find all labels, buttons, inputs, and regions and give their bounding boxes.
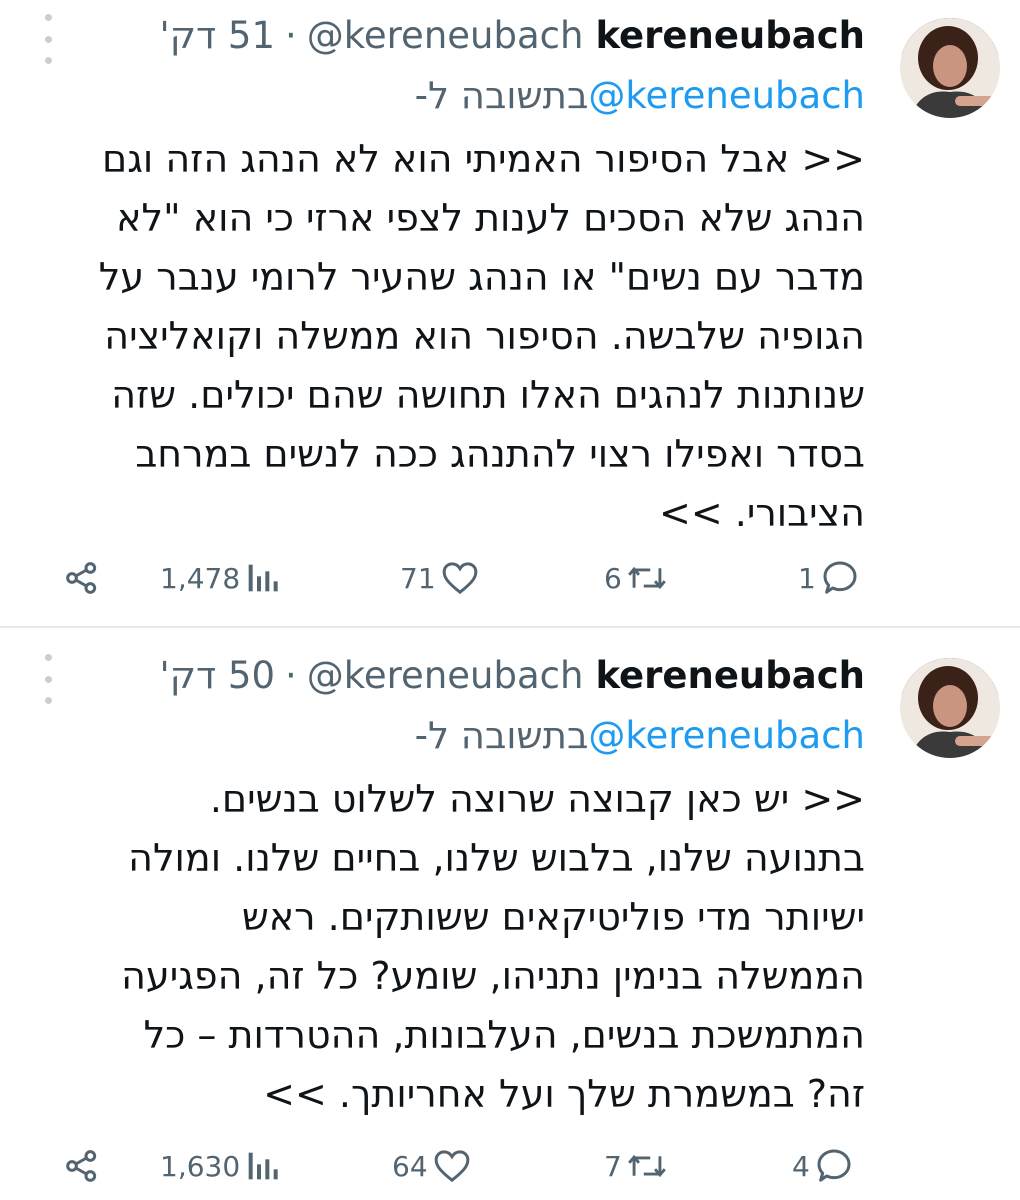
reply-button[interactable]: 1 <box>798 548 860 608</box>
share-icon <box>66 562 97 594</box>
share-button[interactable] <box>62 548 102 608</box>
tweet-text-line: הממשלה בנימין נתניהו, שומע? כל זה, הפגיע… <box>121 954 865 998</box>
tweet-text: << יש כאן קבוצה שרוצה לשלוט בנשים. בתנוע… <box>60 770 865 1124</box>
reply-button[interactable]: 4 <box>792 1136 854 1196</box>
reply-icon <box>817 1149 851 1182</box>
tweet-text: << אבל הסיפור האמיתי הוא לא הנהג הזה וגם… <box>60 130 865 543</box>
action-bar: 1,630 64 7 4 <box>0 1136 1020 1196</box>
tweet-header: kereneubach @kereneubach · 50 דק' <box>160 650 865 700</box>
views-count: 1,478 <box>160 561 241 595</box>
display-name[interactable]: kereneubach <box>595 654 865 697</box>
views-icon <box>248 1152 278 1180</box>
reply-handle-link[interactable]: @kereneubach <box>588 714 865 757</box>
share-button[interactable] <box>62 1136 102 1196</box>
tweet-text-line: הנהג שלא הסכים לענות לצפי ארזי כי הוא "ל… <box>116 196 865 240</box>
heart-icon <box>442 562 477 595</box>
more-vertical-icon[interactable] <box>38 14 58 64</box>
avatar-image <box>900 658 1000 758</box>
reply-icon <box>823 561 857 594</box>
timestamp[interactable]: 51 דק' <box>160 14 275 57</box>
retweets-count: 7 <box>604 1149 622 1183</box>
tweet-text-line: זה? במשמרת שלך ועל אחריותך. >> <box>263 1072 865 1116</box>
retweets-count: 6 <box>604 561 622 595</box>
separator-dot: · <box>285 653 297 697</box>
display-name[interactable]: kereneubach <box>595 14 865 57</box>
share-icon <box>66 1150 97 1182</box>
tweet-text-line: ישיותר מדי פוליטיקאים ששותקים. ראש <box>241 895 865 939</box>
avatar[interactable] <box>900 18 1000 118</box>
tweet-text-line: מדבר עם נשים" או הנהג שהעיר לרומי ענבר ע… <box>98 255 865 299</box>
tweet-text-line: << יש כאן קבוצה שרוצה לשלוט בנשים. <box>209 777 865 821</box>
retweet-button[interactable]: 7 <box>604 1136 668 1196</box>
views-count: 1,630 <box>160 1149 241 1183</box>
reply-context: בתשובה ל- @kereneubach <box>415 70 865 120</box>
reply-handle-link[interactable]: @kereneubach <box>588 74 865 117</box>
heart-icon <box>434 1150 469 1183</box>
tweet-divider <box>0 626 1020 628</box>
views-button[interactable]: 1,478 <box>160 548 280 608</box>
timestamp[interactable]: 50 דק' <box>160 654 275 697</box>
avatar-image <box>900 18 1000 118</box>
replies-count: 1 <box>798 561 816 595</box>
more-vertical-icon[interactable] <box>38 654 58 704</box>
avatar[interactable] <box>900 658 1000 758</box>
replies-count: 4 <box>792 1149 810 1183</box>
tweet[interactable]: kereneubach @kereneubach · 50 דק' בתשובה… <box>0 640 1020 1200</box>
user-handle[interactable]: @kereneubach <box>307 14 584 57</box>
reply-prefix: בתשובה ל- <box>414 713 589 757</box>
reply-context: בתשובה ל- @kereneubach <box>415 710 865 760</box>
retweet-icon <box>627 566 666 590</box>
tweet-text-line: << אבל הסיפור האמיתי הוא לא הנהג הזה וגם <box>102 137 865 181</box>
views-button[interactable]: 1,630 <box>160 1136 280 1196</box>
retweet-button[interactable]: 6 <box>604 548 668 608</box>
tweet-text-line: בתנועה שלנו, בלבוש שלנו, בחיים שלנו. ומו… <box>128 836 865 880</box>
tweet-text-line: הציבורי. >> <box>659 491 865 535</box>
tweet[interactable]: kereneubach @kereneubach · 51 דק' בתשובה… <box>0 0 1020 626</box>
reply-prefix: בתשובה ל- <box>414 73 589 117</box>
likes-count: 64 <box>392 1149 428 1183</box>
tweet-text-line: בסדר ואפילו רצוי להתנהג ככה לנשים במרחב <box>135 432 865 476</box>
tweet-text-line: שנותנות לנהגים האלו תחושה שהם יכולים. שז… <box>111 373 865 417</box>
likes-count: 71 <box>400 561 436 595</box>
like-button[interactable]: 71 <box>400 548 480 608</box>
tweet-header: kereneubach @kereneubach · 51 דק' <box>160 10 865 60</box>
tweet-text-line: הגופיה שלבשה. הסיפור הוא ממשלה וקואליציה <box>104 314 865 358</box>
separator-dot: · <box>285 13 297 57</box>
user-handle[interactable]: @kereneubach <box>307 654 584 697</box>
like-button[interactable]: 64 <box>392 1136 472 1196</box>
tweet-text-line: המתמשכת בנשים, העלבונות, ההטרדות – כל <box>143 1013 865 1057</box>
retweet-icon <box>627 1154 666 1178</box>
views-icon <box>248 564 278 592</box>
action-bar: 1,478 71 6 1 <box>0 548 1020 608</box>
